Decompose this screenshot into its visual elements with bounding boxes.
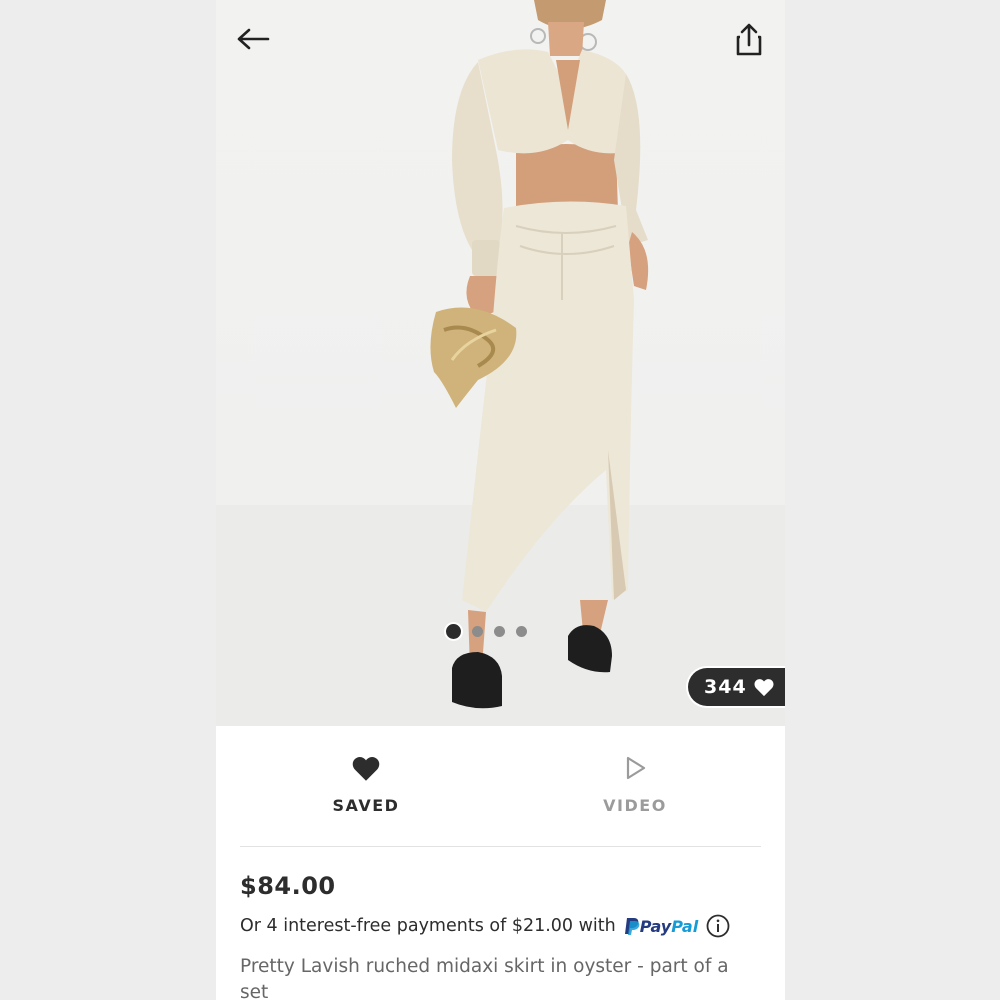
back-button[interactable] <box>234 22 274 56</box>
product-page: 344 SAVED VIDEO $84.00 Or 4 interest-fre… <box>216 0 785 1000</box>
paypal-icon <box>624 917 640 935</box>
product-photo <box>430 0 649 709</box>
play-icon <box>626 756 646 780</box>
saved-label: SAVED <box>332 796 400 815</box>
video-button[interactable]: VIDEO <box>565 754 705 815</box>
info-button[interactable] <box>706 914 730 938</box>
pagination-dot[interactable] <box>446 624 461 639</box>
heart-icon <box>352 756 380 781</box>
paypal-logo: Pay Pal <box>624 917 698 936</box>
pagination-dot[interactable] <box>516 626 527 637</box>
share-icon <box>736 23 762 56</box>
image-pagination <box>446 624 527 639</box>
saved-button[interactable]: SAVED <box>296 754 436 815</box>
pagination-dot[interactable] <box>494 626 505 637</box>
arrow-left-icon <box>237 28 270 50</box>
divider <box>240 846 761 847</box>
paypal-word-pal: Pal <box>671 916 699 936</box>
product-price: $84.00 <box>240 872 336 900</box>
installment-text: Or 4 interest-free payments of $21.00 wi… <box>240 916 616 936</box>
share-button[interactable] <box>732 22 766 58</box>
info-icon <box>706 914 730 938</box>
product-image-gallery[interactable]: 344 <box>216 0 785 726</box>
video-label: VIDEO <box>603 796 667 815</box>
action-bar: SAVED VIDEO <box>216 726 785 846</box>
product-title: Pretty Lavish ruched midaxi skirt in oys… <box>240 956 729 1000</box>
paypal-word-pay: Pay <box>639 916 672 936</box>
heart-icon <box>754 679 774 697</box>
likes-count: 344 <box>704 676 747 698</box>
pagination-dot[interactable] <box>472 626 483 637</box>
likes-badge[interactable]: 344 <box>688 668 785 706</box>
installment-info: Or 4 interest-free payments of $21.00 wi… <box>240 914 730 938</box>
